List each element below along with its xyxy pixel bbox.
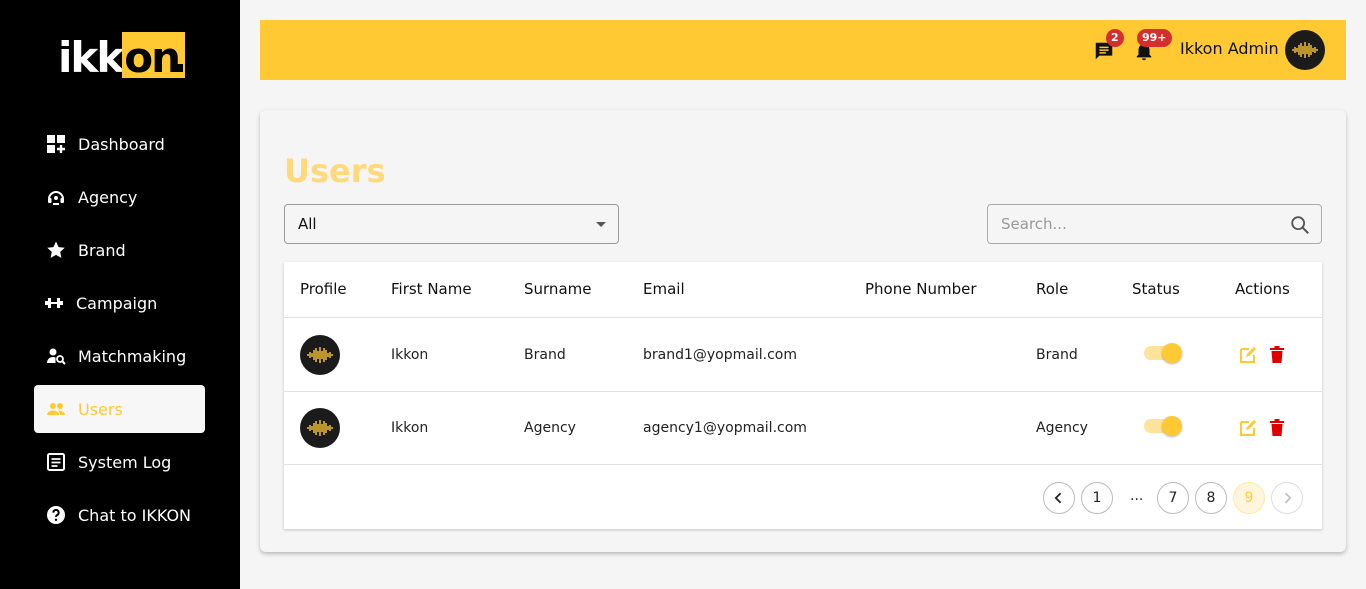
chevron-left-icon [1054,492,1062,504]
sound-wave-icon [1292,42,1318,58]
col-email: Email [643,280,685,298]
users-icon [47,403,65,415]
sidebar-nav: Dashboard Agency Brand Campaign Matchmak… [34,120,205,544]
cell-email: agency1@yopmail.com [643,420,807,436]
page-button-9[interactable]: 9 [1233,482,1265,514]
role-filter-select[interactable]: All [284,204,619,244]
user-avatar [300,408,340,448]
agency-icon [48,191,64,205]
page-title: Users [284,152,386,190]
status-toggle[interactable] [1144,416,1182,436]
sidebar-item-label: Dashboard [78,134,165,154]
help-icon [47,506,65,524]
system-log-icon [47,453,65,471]
col-role: Role [1036,280,1069,298]
col-first-name: First Name [391,280,472,298]
sidebar-item-system-log[interactable]: System Log [34,438,205,486]
prev-page-button[interactable] [1043,482,1075,514]
dashboard-icon [47,135,65,153]
logo-box: on [122,32,186,82]
sidebar-item-dashboard[interactable]: Dashboard [34,120,205,168]
role-filter-value: All [298,215,317,233]
sidebar-item-label: System Log [78,452,172,472]
edit-icon[interactable] [1238,418,1258,438]
pagination-ellipsis: ... [1130,488,1144,504]
next-page-button[interactable] [1271,482,1303,514]
sidebar-item-matchmaking[interactable]: Matchmaking [34,332,205,380]
logo-box-text: on [124,33,181,82]
sidebar-item-label: Campaign [76,293,158,313]
sidebar-item-agency[interactable]: Agency [34,173,205,221]
sidebar-item-chat[interactable]: Chat to IKKON [34,491,205,539]
search-icon[interactable] [1289,214,1311,236]
messages-badge: 2 [1106,29,1124,47]
sidebar-item-label: Matchmaking [78,346,187,366]
sidebar-item-label: Brand [78,240,126,260]
chevron-down-icon [596,222,606,227]
edit-icon[interactable] [1238,345,1258,365]
search-input[interactable] [1001,215,1271,233]
table-row: Ikkon Brand brand1@yopmail.com Brand [284,319,1322,392]
toggle-knob [1162,416,1182,436]
sound-wave-icon [307,347,333,363]
star-icon [47,241,65,258]
page-button-1[interactable]: 1 [1081,482,1113,514]
table-header: Profile First Name Surname Email Phone N… [284,262,1322,318]
sidebar-item-users[interactable]: Users [34,385,205,433]
ikkon-logo[interactable]: ikk on [58,30,186,82]
logo-text: ikk [58,33,124,82]
top-bar: 2 99+ Ikkon Admin [260,20,1346,80]
cell-first-name: Ikkon [391,347,429,363]
campaign-icon [45,298,63,308]
sidebar-item-brand[interactable]: Brand [34,226,205,274]
sound-wave-icon [307,420,333,436]
user-avatar [300,335,340,375]
admin-name[interactable]: Ikkon Admin [1180,39,1279,58]
col-profile: Profile [300,280,347,298]
cell-role: Brand [1036,347,1078,363]
cell-surname: Brand [524,347,566,363]
page-button-7[interactable]: 7 [1157,482,1189,514]
cell-first-name: Ikkon [391,420,429,436]
chevron-right-icon [1284,492,1292,504]
col-surname: Surname [524,280,592,298]
col-actions: Actions [1235,280,1290,298]
notifications-badge: 99+ [1137,29,1172,47]
cell-role: Agency [1036,420,1088,436]
col-phone-number: Phone Number [865,280,977,298]
cell-email: brand1@yopmail.com [643,347,797,363]
sidebar-item-label: Users [78,399,123,419]
delete-icon[interactable] [1267,418,1287,438]
cell-surname: Agency [524,420,576,436]
sidebar-item-label: Chat to IKKON [78,505,192,525]
col-status: Status [1132,280,1180,298]
logo-dot [175,64,184,72]
toggle-knob [1162,343,1182,363]
table-row: Ikkon Agency agency1@yopmail.com Agency [284,392,1322,465]
page-button-8[interactable]: 8 [1195,482,1227,514]
users-table: Profile First Name Surname Email Phone N… [284,262,1322,529]
search-box [987,204,1322,244]
users-card: Users All Profile First Name Surname Ema… [260,110,1346,552]
sidebar: ikk on Dashboard Agency Brand Campaign M… [0,0,240,589]
sidebar-item-campaign[interactable]: Campaign [34,279,205,327]
status-toggle[interactable] [1144,343,1182,363]
delete-icon[interactable] [1267,345,1287,365]
matchmaking-icon [47,348,66,365]
sidebar-item-label: Agency [78,187,138,207]
admin-avatar[interactable] [1285,30,1325,70]
